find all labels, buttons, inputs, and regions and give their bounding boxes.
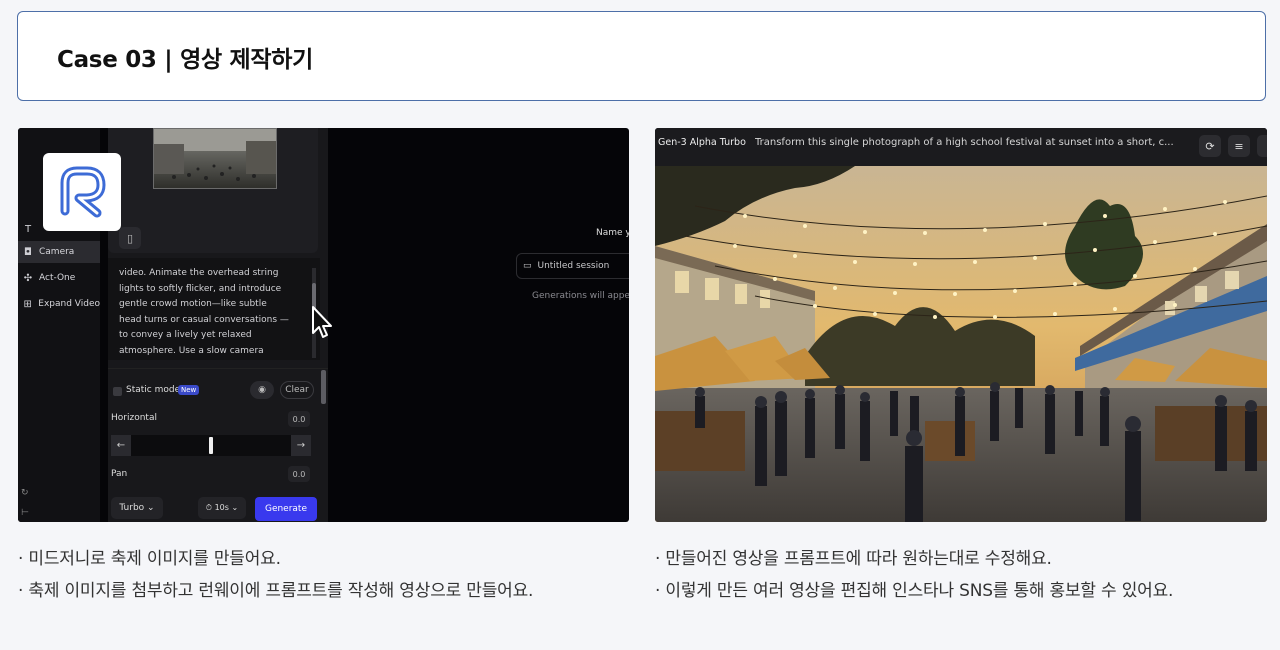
prompt-text: video. Animate the overhead string light… [119, 268, 289, 356]
page-title: Case 03 | 영상 제작하기 [57, 47, 313, 73]
caption-line: · 만들어진 영상을 프롬프트에 따라 원하는대로 수정해요. [655, 549, 1052, 569]
horizontal-slider[interactable]: ← → [111, 435, 311, 456]
festival-thumbnail [153, 128, 277, 189]
prompt-summary[interactable]: Transform this single photograph of a hi… [755, 137, 1195, 148]
runway-editor-screenshot: T ◘ Camera ✣ Act-One ⊞ Expand Video ↻ ⊢ [18, 128, 629, 522]
pan-value[interactable]: 0.0 [288, 466, 310, 482]
right-caption: · 만들어진 영상을 프롬프트에 따라 원하는대로 수정해요. · 이렇게 만든… [655, 543, 1173, 607]
sidebar-item-label: Expand Video [38, 299, 100, 309]
session-name: Untitled session [537, 261, 610, 271]
static-mode-checkbox[interactable] [113, 387, 122, 396]
static-mode-label: Static mode [126, 385, 181, 395]
generations-hint: Generations will appe [532, 291, 629, 301]
horizontal-label: Horizontal [111, 413, 157, 423]
refresh-icon[interactable]: ⟳ [1199, 135, 1221, 157]
new-badge: New [178, 385, 200, 395]
clear-button[interactable]: Clear [280, 381, 314, 399]
caption-line: · 이렇게 만든 여러 영상을 편집해 인스타나 SNS를 통해 홍보할 수 있… [655, 581, 1174, 601]
folder-icon: ▭ [523, 261, 532, 271]
act-one-icon: ✣ [23, 272, 33, 284]
duration-select[interactable]: ⏱ 10s ⌄ [198, 497, 246, 519]
model-tag: Gen-3 Alpha Turbo [658, 137, 746, 148]
runway-logo [43, 153, 121, 231]
sidebar-item-expand-video[interactable]: ⊞ Expand Video [18, 293, 100, 315]
generated-video-screenshot: Gen-3 Alpha Turbo Transform this single … [655, 128, 1267, 522]
arrow-right-icon[interactable]: → [291, 435, 311, 456]
session-name-label: Name y [596, 228, 629, 238]
camera-controls: Static mode New ◉ Clear Horizontal 0.0 ←… [108, 368, 328, 522]
sidebar-item-label: Act-One [39, 273, 76, 283]
festival-video-frame [655, 166, 1267, 522]
left-caption: · 미드저니로 축제 이미지를 만들어요. · 축제 이미지를 첨부하고 런웨이… [18, 543, 533, 607]
controls-scrollbar[interactable] [321, 370, 326, 404]
slider-knob[interactable] [209, 437, 213, 454]
caption-line: · 축제 이미지를 첨부하고 런웨이에 프롬프트를 작성해 영상으로 만들어요. [18, 581, 534, 601]
image-upload-area[interactable]: ▯ [108, 128, 318, 253]
expand-video-icon: ⊞ [23, 298, 32, 310]
upload-icon[interactable]: ▯ [119, 227, 141, 249]
text-icon: T [24, 223, 32, 235]
preview-button[interactable]: ◉ [250, 381, 274, 399]
generate-button[interactable]: Generate [255, 497, 317, 521]
collapse-icon[interactable]: ⊢ [21, 508, 29, 518]
case-header: Case 03 | 영상 제작하기 [17, 11, 1266, 101]
eye-icon: ◉ [258, 385, 266, 395]
model-select[interactable]: Turbo ⌄ [111, 497, 163, 519]
prompt-textarea[interactable]: video. Animate the overhead string light… [108, 258, 320, 360]
arrow-left-icon[interactable]: ← [111, 435, 131, 456]
camera-icon: ◘ [24, 246, 32, 258]
sidebar-item-label: Camera [39, 247, 75, 257]
history-icon[interactable]: ↻ [21, 488, 29, 498]
sidebar-item-camera[interactable]: ◘ Camera [18, 241, 100, 263]
menu-icon[interactable]: ≡ [1228, 135, 1250, 157]
pan-label: Pan [111, 469, 128, 479]
session-folder[interactable]: ▭ Untitled session [516, 253, 629, 279]
video-topbar: Gen-3 Alpha Turbo Transform this single … [655, 128, 1267, 166]
mouse-cursor-icon [312, 306, 332, 338]
caption-line: · 미드저니로 축제 이미지를 만들어요. [18, 549, 281, 569]
horizontal-value[interactable]: 0.0 [288, 411, 310, 427]
more-icon[interactable]: ⋮ [1257, 135, 1267, 157]
sidebar-item-act-one[interactable]: ✣ Act-One [18, 267, 100, 289]
